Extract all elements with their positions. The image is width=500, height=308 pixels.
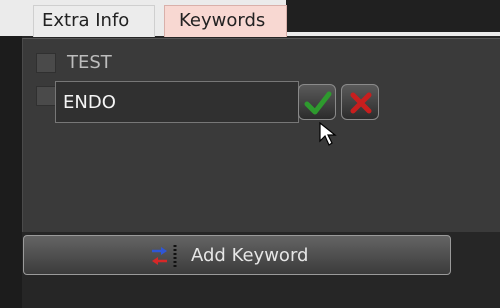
tab-strip-background <box>286 0 500 32</box>
keyword-label: TEST <box>67 52 112 73</box>
cancel-keyword-button[interactable] <box>341 84 379 120</box>
keyword-edit-input[interactable] <box>55 81 299 123</box>
confirm-keyword-button[interactable] <box>298 84 336 120</box>
window-left-edge <box>0 36 22 308</box>
add-keyword-label: Add Keyword <box>191 245 309 266</box>
mouse-pointer-icon <box>319 121 337 146</box>
add-keyword-icon <box>152 245 177 269</box>
green-checkmark-icon <box>304 91 332 115</box>
add-keyword-button[interactable]: Add Keyword <box>23 235 451 275</box>
tab-keywords[interactable]: Keywords <box>164 5 287 37</box>
new-keyword-checkbox[interactable] <box>36 86 56 106</box>
keyword-checkbox-test[interactable] <box>36 53 56 73</box>
tab-extra-info[interactable]: Extra Info <box>33 5 155 37</box>
red-x-icon <box>350 92 372 114</box>
